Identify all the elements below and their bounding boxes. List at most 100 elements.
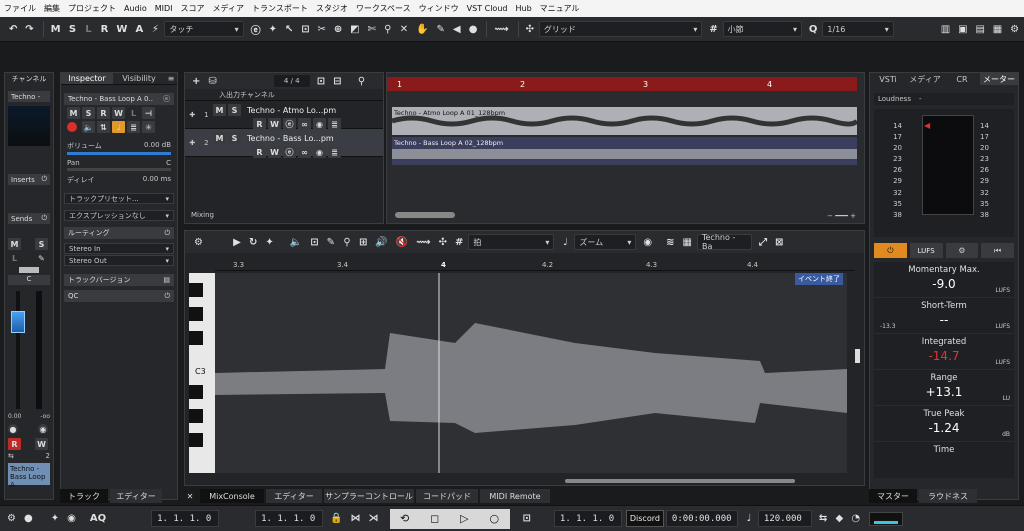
range-tool-icon[interactable]: ⊡ xyxy=(298,21,312,38)
grid-select[interactable]: 小節 ▾ xyxy=(722,21,802,37)
tab-loudness[interactable]: ラウドネス xyxy=(919,489,977,503)
menu-file[interactable]: ファイル xyxy=(4,3,36,14)
editor-lanes-icon[interactable]: ≋ xyxy=(663,234,677,251)
tab-editor-left[interactable]: エディター xyxy=(110,489,162,503)
transport-settings-icon[interactable]: ⚙ xyxy=(4,510,19,527)
menu-media[interactable]: メディア xyxy=(213,3,244,14)
editor-audition-icon[interactable]: 🔈 xyxy=(287,234,305,251)
editor-split-icon[interactable]: ▦ xyxy=(680,234,695,251)
mute-tool-icon[interactable]: ✕ xyxy=(397,21,411,38)
volume-slider[interactable] xyxy=(67,152,171,155)
automation-mode-select[interactable]: タッチ ▾ xyxy=(164,21,244,37)
inspector-monitor-icon[interactable]: 🔈 xyxy=(82,121,95,133)
menu-audio[interactable]: Audio xyxy=(124,4,147,13)
inspector-lock-icon[interactable]: ⊣ xyxy=(142,107,155,119)
listen-button[interactable]: L xyxy=(81,21,95,38)
menu-hub[interactable]: Hub xyxy=(515,4,531,13)
menu-project[interactable]: プロジェクト xyxy=(68,3,116,14)
transport-record-mode-icon[interactable]: ● xyxy=(21,510,36,527)
inserts-section[interactable]: Inserts ⏻ xyxy=(8,174,50,185)
track-versions-section[interactable]: トラックバージョン ▤ xyxy=(64,274,174,286)
auto-quantize-button[interactable]: AQ xyxy=(87,510,109,527)
marker-icon[interactable]: ⊡ xyxy=(520,510,534,527)
primary-time-display[interactable]: 1. 1. 1. 0 xyxy=(553,510,622,527)
inspector-lanes-icon[interactable]: ≣ xyxy=(127,121,140,133)
channel-record-icon[interactable]: ● xyxy=(8,424,18,434)
track-zoom-icon[interactable]: ⊡ xyxy=(314,73,328,90)
layout-right-icon[interactable]: ▦ xyxy=(990,21,1005,38)
click-icon[interactable]: ◔ xyxy=(848,510,863,527)
snap-icon[interactable]: ⟿ xyxy=(491,21,511,38)
scissors-icon[interactable]: ✄ xyxy=(365,21,379,38)
arrange-ruler[interactable]: 1 2 3 4 xyxy=(387,77,857,91)
snap-type-select[interactable]: グリッド ▾ xyxy=(538,21,703,37)
play-button[interactable]: ▷ xyxy=(460,512,468,525)
event-atmo-loop[interactable]: Techno - Atmo Loop A 01_128bpm xyxy=(392,107,857,135)
event-bass-loop[interactable]: Techno - Bass Loop A 02_128bpm xyxy=(392,137,857,165)
pan-slider[interactable] xyxy=(67,168,171,171)
arrange-zoom-control[interactable]: − ━━━ + xyxy=(827,212,856,220)
tab-mixconsole[interactable]: MixConsole xyxy=(200,489,264,503)
menu-edit[interactable]: 編集 xyxy=(44,3,60,14)
track-2-monitor-icon[interactable]: ◉ xyxy=(313,146,326,158)
editor-play-icon[interactable]: ▶ xyxy=(230,234,244,251)
tab-vsti[interactable]: VSTi xyxy=(870,73,906,85)
pan-value-inspector[interactable]: C xyxy=(166,159,171,167)
color-icon[interactable]: ● xyxy=(466,21,481,38)
record-button[interactable]: ○ xyxy=(489,512,499,525)
track-2-lanes-icon[interactable]: ≣ xyxy=(328,146,341,158)
track-2-write[interactable]: W xyxy=(268,146,281,158)
pointer-tool-icon[interactable]: ↖ xyxy=(282,21,296,38)
quantize-icon[interactable]: Q xyxy=(806,21,820,38)
channel-write-button[interactable]: W xyxy=(35,438,48,450)
tab-track[interactable]: トラック xyxy=(60,489,108,503)
snap-type-icon[interactable]: ✣ xyxy=(523,21,537,38)
menu-studio[interactable]: スタジオ xyxy=(316,3,348,14)
channel-monitor-icon[interactable]: ◉ xyxy=(38,424,48,434)
search-icon[interactable]: ⚲ xyxy=(355,73,369,90)
audio-performance-icon[interactable]: ◆ xyxy=(832,510,846,527)
inspector-write-button[interactable]: W xyxy=(112,107,125,119)
tab-chord-pads[interactable]: コードパッド xyxy=(416,489,478,503)
inspector-freeze-icon[interactable]: ⇅ xyxy=(97,121,110,133)
editor-warp-icon[interactable]: ⊞ xyxy=(356,234,370,251)
editor-loop-icon[interactable]: ↻ xyxy=(246,234,260,251)
glue-tool-icon[interactable]: ⊕ xyxy=(331,21,345,38)
editor-tool-icon[interactable]: ✦ xyxy=(262,234,276,251)
qc-section[interactable]: QC ⏻ xyxy=(64,290,174,302)
grid-icon[interactable]: # xyxy=(706,21,720,38)
track-2-mute[interactable]: M xyxy=(213,132,226,144)
track-2-solo[interactable]: S xyxy=(228,132,241,144)
track-visibility-icon[interactable]: ⊟ xyxy=(330,73,344,90)
editor-close-icon[interactable]: ⊠ xyxy=(772,234,786,251)
sync-icon[interactable]: ⇆ xyxy=(816,510,830,527)
left-locator[interactable]: 1. 1. 1. 0 xyxy=(151,510,220,527)
inspector-mute-button[interactable]: M xyxy=(67,107,80,119)
close-lower-zone-icon[interactable]: ✕ xyxy=(184,489,196,503)
tempo-track-icon[interactable]: ♩ xyxy=(742,510,756,527)
split-tool-icon[interactable]: ✂ xyxy=(315,21,329,38)
editor-ruler[interactable]: 3.3 3.4 4 4.2 4.3 4.4 xyxy=(215,255,855,271)
pan-knob[interactable] xyxy=(19,267,39,273)
inspector-record-button[interactable] xyxy=(67,122,77,132)
channel-read-button[interactable]: R xyxy=(8,438,21,450)
arrow-tool-icon[interactable]: ✦ xyxy=(266,21,280,38)
pan-value[interactable]: C xyxy=(8,275,50,285)
track-preset-field[interactable]: トラックプリセット... ▾ xyxy=(64,193,174,204)
settings-icon[interactable]: ⚙ xyxy=(1007,21,1022,38)
loudness-power-button[interactable]: ⏻ xyxy=(874,243,907,258)
editor-expand-icon[interactable]: ⤢ xyxy=(756,234,770,251)
automation-button[interactable]: A xyxy=(132,21,146,38)
editor-grid-icon[interactable]: # xyxy=(452,234,466,251)
tab-master[interactable]: マスター xyxy=(869,489,917,503)
menu-vst-cloud[interactable]: VST Cloud xyxy=(467,4,508,13)
menu-transport[interactable]: トランスポート xyxy=(252,3,308,14)
zoom-tool-icon[interactable]: ⚲ xyxy=(381,21,395,38)
editor-volume-icon[interactable]: 🔊 xyxy=(372,234,390,251)
layout-bottom-icon[interactable]: ▤ xyxy=(972,21,987,38)
loudness-header[interactable]: Loudness - xyxy=(874,93,1014,105)
cycle-button[interactable]: ⟲ xyxy=(400,512,409,525)
editor-quant-select[interactable]: 拍 ▾ xyxy=(468,234,555,250)
channel-listen-button[interactable]: L xyxy=(8,252,21,264)
routing-section[interactable]: ルーティング ⏻ xyxy=(64,227,174,239)
